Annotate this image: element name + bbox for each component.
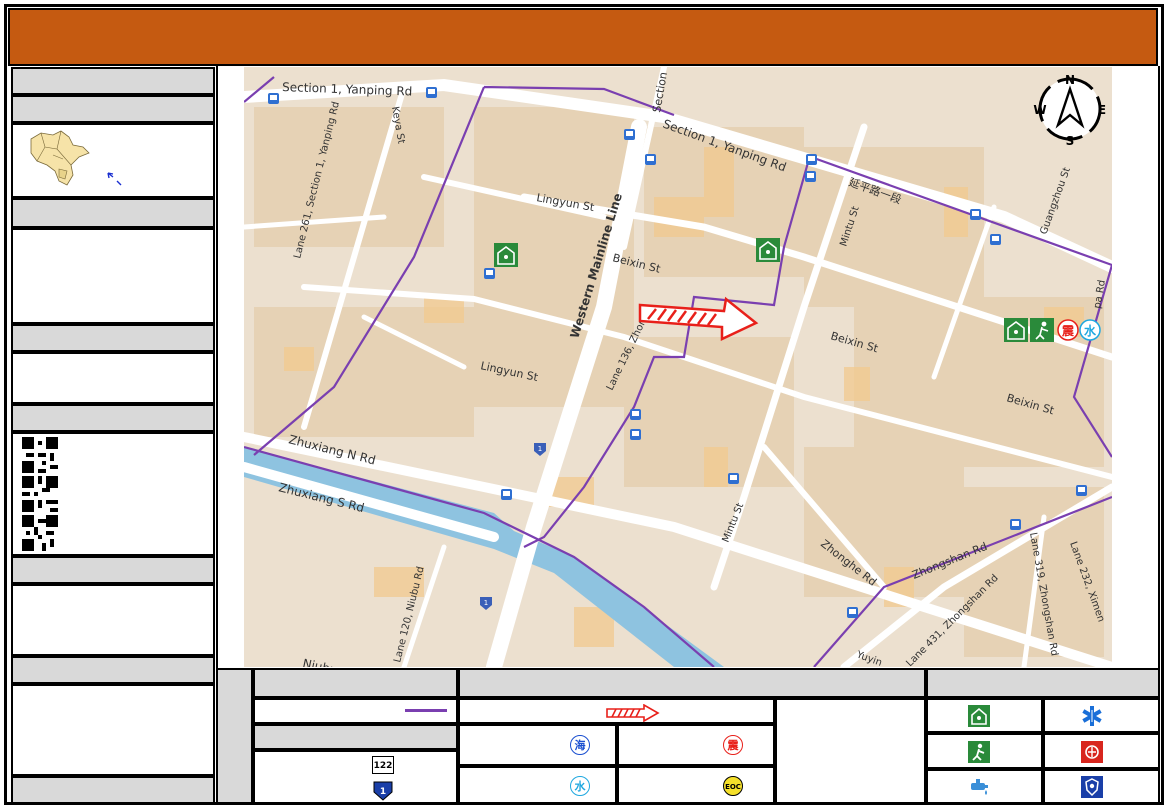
tsunami-hazard-icon: 海: [570, 735, 590, 755]
compass-south-label: S: [1066, 134, 1075, 148]
locator-map: [30, 130, 122, 186]
legend-evacuation: [926, 733, 1043, 769]
sidebar-header-4: [11, 324, 215, 352]
flood-hazard-legend-icon: 水: [570, 776, 590, 796]
legend-hazard-flood: 水: [458, 766, 617, 804]
shelter-icon[interactable]: [494, 243, 518, 267]
compass-west-label: W: [1033, 103, 1046, 117]
legend-road-row: 122 1: [253, 750, 458, 804]
map-canvas[interactable]: 1 1 Section 1, Yanping Rd Section 1, Yan…: [244, 67, 1112, 667]
sidebar-header-2: [11, 95, 215, 123]
legend-header-lines: [253, 668, 458, 698]
qr-code-icon[interactable]: [22, 476, 58, 512]
locator-arrow-icon: [107, 172, 122, 186]
legend-arrow-row: [458, 698, 775, 724]
legend-header-facilities: [926, 668, 1160, 698]
svg-text:1: 1: [380, 787, 386, 797]
legend-hazard-quake: 震: [617, 724, 775, 766]
boundary-line-swatch: [405, 709, 447, 712]
legend-hazard-sea: 海: [458, 724, 617, 766]
legend-eoc: EOC: [617, 766, 775, 804]
flood-hazard-icon[interactable]: 水: [1079, 319, 1101, 341]
water-supply-icon: [971, 779, 988, 795]
location-arrow-swatch-icon: [606, 704, 660, 722]
compass-north-label: N: [1065, 73, 1075, 87]
earthquake-hazard-legend-icon: 震: [723, 735, 743, 755]
svg-text:震: 震: [1062, 324, 1075, 338]
svg-text:1: 1: [538, 445, 542, 453]
title-bar: [8, 8, 1158, 66]
legend-medical: [1043, 698, 1160, 733]
provincial-road-shield-icon: 122: [372, 756, 394, 774]
shelter-icon[interactable]: [756, 238, 780, 262]
legend-road-header: [253, 724, 458, 750]
shelter-legend-icon: [968, 705, 990, 727]
legend-header-hazards: [458, 668, 926, 698]
svg-text:1: 1: [484, 599, 488, 607]
sidebar-header-1: [11, 67, 215, 95]
compass-east-label: E: [1098, 103, 1106, 117]
sidebar-header-8: [11, 776, 215, 804]
evacuation-site-legend-icon: [968, 741, 990, 763]
legend-blank-cell: [775, 698, 926, 804]
sidebar-info-panel-1: [11, 228, 215, 324]
sidebar-header-6: [11, 556, 215, 584]
national-highway-shield-icon: 1: [373, 781, 393, 801]
sidebar-header-5: [11, 404, 215, 432]
legend-shelter: [926, 698, 1043, 733]
legend-water: [926, 769, 1043, 804]
sidebar-header-3: [11, 198, 215, 228]
sidebar-info-panel-4: [11, 684, 215, 776]
eoc-icon: EOC: [723, 776, 743, 796]
svg-text:水: 水: [1084, 323, 1097, 338]
earthquake-hazard-icon[interactable]: 震: [1057, 319, 1079, 341]
locator-map-panel: [11, 123, 215, 198]
legend-boundary-row: [253, 698, 458, 724]
qr-panel: [11, 432, 215, 556]
medical-star-of-life-icon: [1082, 706, 1102, 726]
qr-code-icon[interactable]: [22, 437, 58, 473]
street-map: 1 1 Section 1, Yanping Rd Section 1, Yan…: [244, 67, 1112, 667]
sidebar-info-panel-3: [11, 584, 215, 656]
police-station-icon: [1081, 776, 1103, 798]
legend-police: [1043, 769, 1160, 804]
shelter-icon[interactable]: [1004, 318, 1028, 342]
evacuation-site-icon[interactable]: [1030, 318, 1054, 342]
fire-station-icon: [1081, 741, 1103, 763]
sidebar-header-7: [11, 656, 215, 684]
legend-side-header: [216, 668, 253, 804]
sidebar-info-panel-2: [11, 352, 215, 404]
qr-code-icon[interactable]: [22, 515, 58, 551]
legend-fire: [1043, 733, 1160, 769]
